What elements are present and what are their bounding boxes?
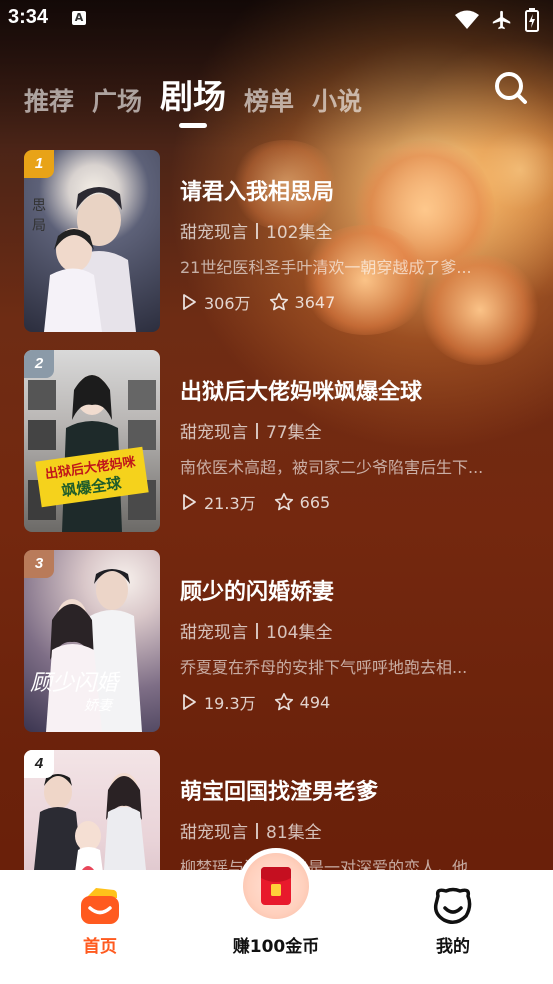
- tab-recommend[interactable]: 推荐: [24, 82, 74, 118]
- rank-badge: 1: [24, 150, 54, 178]
- drama-stats: 21.3万 665: [180, 490, 520, 514]
- drama-description: 乔夏夏在乔母的安排下气呼呼地跑去相...: [180, 658, 468, 677]
- airplane-mode-icon: [491, 9, 513, 35]
- drama-title: 顾少的闪婚娇妻: [180, 580, 335, 605]
- drama-episodes: 102集全: [266, 223, 333, 243]
- drama-stats: 19.3万 494: [180, 690, 520, 714]
- tab-novel[interactable]: 小说: [312, 82, 362, 118]
- play-count: 21.3万: [180, 490, 256, 514]
- battery-charging-icon: [525, 8, 539, 36]
- meta-divider: [256, 822, 258, 839]
- nav-mine-label: 我的: [436, 937, 470, 957]
- drama-meta: 甜宠现言 81集全: [180, 818, 520, 843]
- rank-badge: 4: [24, 750, 54, 778]
- status-bar: 3:34 A: [0, 0, 553, 40]
- rank-badge: 2: [24, 350, 54, 378]
- reward-button[interactable]: [238, 848, 314, 924]
- smiley-face-icon: [433, 887, 472, 924]
- top-tab-bar: 推荐 广场 剧场 榜单 小说: [24, 70, 362, 128]
- active-tab-indicator: [179, 123, 208, 128]
- drama-stats: 306万 3647: [180, 290, 520, 314]
- play-count: 19.3万: [180, 690, 256, 714]
- meta-divider: [256, 422, 258, 439]
- drama-list: 思 局 1 请君入我相思局 甜宠现言 102集全 21世纪医科圣手叶清欢一朝穿越…: [0, 150, 553, 870]
- drama-list-item[interactable]: 顾少闪婚 娇妻 3 顾少的闪婚娇妻 甜宠现言 104集全 乔夏夏在乔母的安排下气…: [24, 550, 534, 732]
- drama-genre: 甜宠现言: [180, 223, 248, 243]
- drama-poster[interactable]: 4: [24, 750, 160, 870]
- play-count: 306万: [180, 290, 251, 314]
- nav-home-label: 首页: [83, 937, 117, 957]
- home-icon: [81, 888, 119, 924]
- star-icon: [274, 693, 293, 711]
- svg-text:局: 局: [32, 218, 46, 234]
- tab-ranking[interactable]: 榜单: [244, 82, 294, 118]
- status-time: 3:34: [8, 6, 49, 28]
- nav-earn-coins-label: 赚100金币: [232, 937, 320, 957]
- drama-info: 萌宝回国找渣男老爹 甜宠现言 81集全 柳梦瑶与沈之言曾是一对深爱的恋人，他..…: [180, 774, 520, 870]
- drama-episodes: 77集全: [266, 423, 322, 443]
- drama-title: 萌宝回国找渣男老爹: [180, 780, 379, 805]
- search-icon[interactable]: [493, 70, 529, 106]
- drama-list-item[interactable]: 出狱后大佬妈咪 飒爆全球 2 出狱后大佬妈咪飒爆全球 甜宠现言 77集全 南依医…: [24, 350, 534, 532]
- drama-info: 出狱后大佬妈咪飒爆全球 甜宠现言 77集全 南依医术高超，被司家二少爷陷害后生下…: [180, 374, 520, 514]
- drama-genre: 甜宠现言: [180, 623, 248, 643]
- star-icon: [269, 293, 288, 311]
- status-icons: [455, 8, 539, 36]
- play-icon: [183, 694, 196, 710]
- play-icon: [183, 494, 196, 510]
- wifi-icon: [455, 10, 479, 34]
- drama-info: 请君入我相思局 甜宠现言 102集全 21世纪医科圣手叶清欢一朝穿越成了爹...…: [180, 174, 520, 314]
- favorite-count: 665: [274, 492, 330, 512]
- nav-earn-coins[interactable]: 赚100金币: [201, 848, 351, 984]
- nav-home[interactable]: 首页: [25, 870, 175, 984]
- drama-meta: 甜宠现言 77集全: [180, 418, 520, 443]
- svg-text:娇妻: 娇妻: [84, 698, 114, 714]
- drama-description: 21世纪医科圣手叶清欢一朝穿越成了爹...: [180, 258, 472, 277]
- drama-episodes: 81集全: [266, 823, 322, 843]
- reward-background: [243, 853, 309, 919]
- drama-info: 顾少的闪婚娇妻 甜宠现言 104集全 乔夏夏在乔母的安排下气呼呼地跑去相... …: [180, 574, 520, 714]
- notification-icon: A: [72, 11, 86, 25]
- tab-plaza[interactable]: 广场: [92, 82, 142, 118]
- drama-genre: 甜宠现言: [180, 823, 248, 843]
- drama-episodes: 104集全: [266, 623, 333, 643]
- drama-title: 请君入我相思局: [180, 180, 335, 205]
- meta-divider: [256, 622, 258, 639]
- red-envelope-icon: [261, 867, 291, 905]
- drama-meta: 甜宠现言 104集全: [180, 618, 520, 643]
- favorite-count: 494: [274, 692, 330, 712]
- drama-list-item[interactable]: 思 局 1 请君入我相思局 甜宠现言 102集全 21世纪医科圣手叶清欢一朝穿越…: [24, 150, 534, 332]
- star-icon: [274, 493, 293, 511]
- svg-text:思: 思: [32, 198, 46, 214]
- drama-poster[interactable]: 思 局 1: [24, 150, 160, 332]
- drama-description: 柳梦瑶与沈之言曾是一对深爱的恋人，他...: [180, 858, 484, 870]
- bottom-nav: 首页 赚100金币 我的: [0, 848, 553, 984]
- meta-divider: [256, 222, 258, 239]
- drama-poster[interactable]: 出狱后大佬妈咪 飒爆全球 2: [24, 350, 160, 532]
- drama-meta: 甜宠现言 102集全: [180, 218, 520, 243]
- drama-poster[interactable]: 顾少闪婚 娇妻 3: [24, 550, 160, 732]
- favorite-count: 3647: [269, 292, 335, 312]
- tab-theater[interactable]: 剧场: [160, 70, 226, 128]
- drama-description: 南依医术高超，被司家二少爷陷害后生下...: [180, 458, 484, 477]
- svg-text:顾少闪婚: 顾少闪婚: [30, 671, 121, 696]
- drama-genre: 甜宠现言: [180, 423, 248, 443]
- nav-mine[interactable]: 我的: [378, 870, 528, 984]
- phone-screen: 3:34 A 推荐 广场 剧场 榜单 小说 思 局 1 请君入我相思局 甜宠现言…: [0, 0, 553, 984]
- rank-badge: 3: [24, 550, 54, 578]
- play-icon: [183, 294, 196, 310]
- drama-title: 出狱后大佬妈咪飒爆全球: [180, 380, 423, 405]
